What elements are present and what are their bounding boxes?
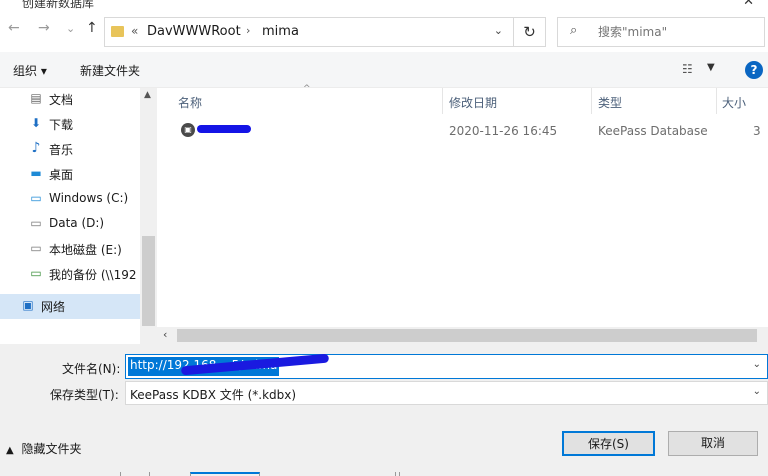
sidebar-item-downloads[interactable]: ⬇ 下载	[0, 112, 140, 137]
command-toolbar: 组织 ▾ 新建文件夹 ☷ ▼ ?	[0, 52, 768, 88]
hide-folders-label: 隐藏文件夹	[21, 442, 82, 456]
column-header-date[interactable]: 修改日期	[449, 94, 497, 111]
sidebar-item-local-disk-e[interactable]: ▭ 本地磁盘 (E:)	[0, 237, 140, 262]
filetype-value: KeePass KDBX 文件 (*.kdbx)	[130, 388, 297, 402]
breadcrumb-item-davwwwroot[interactable]: DavWWWRoot	[147, 24, 241, 39]
navigation-bar: ← → ⌄ ↑ « DavWWWRoot › mima ⌄ ↻ ⌕	[0, 12, 768, 52]
title-bar: 创建新数据库 ✕	[0, 0, 768, 12]
sidebar-item-label: 下载	[49, 118, 74, 132]
cancel-button[interactable]: 取消	[668, 431, 758, 456]
column-divider[interactable]	[442, 88, 443, 114]
column-header-type[interactable]: 类型	[598, 94, 622, 111]
network-drive-icon: ▭	[30, 266, 42, 280]
scroll-left-icon[interactable]: ‹	[163, 328, 167, 341]
window-title: 创建新数据库	[22, 0, 95, 10]
taskbar-item-active[interactable]	[190, 472, 260, 476]
filename-field[interactable]: http://192.168. . 5/mima ⌄	[125, 353, 768, 379]
chevron-up-icon: ▲	[6, 445, 14, 456]
refresh-button[interactable]: ↻	[514, 17, 546, 47]
filetype-select[interactable]: KeePass KDBX 文件 (*.kdbx) ⌄	[125, 381, 768, 405]
hide-folders-toggle[interactable]: ▲ 隐藏文件夹	[6, 440, 82, 457]
file-list: ^ 名称 修改日期 类型 大小 ▣ 2020-11-26 16:45 KeePa…	[157, 84, 768, 344]
search-icon: ⌕	[570, 23, 578, 38]
redacted-filename	[197, 125, 251, 133]
filetype-label: 保存类型(T):	[50, 388, 119, 402]
sidebar-item-label: Windows (C:)	[49, 191, 129, 205]
sidebar-scrollbar[interactable]: ▲	[140, 88, 157, 344]
sidebar-item-desktop[interactable]: ▬ 桌面	[0, 162, 140, 187]
sidebar-item-my-backup[interactable]: ▭ 我的备份 (\\192	[0, 262, 140, 287]
sidebar-item-label: 网络	[41, 300, 66, 314]
navigation-pane: ▤ 文档 ⬇ 下载 ♪ 音乐 ▬ 桌面 ▭ Windows (C:) ▭ Dat…	[0, 88, 157, 344]
scroll-up-icon[interactable]: ▲	[144, 90, 151, 100]
chevron-right-icon[interactable]: ›	[246, 24, 250, 37]
scrollbar-thumb[interactable]	[142, 236, 155, 326]
sidebar-item-label: Data (D:)	[49, 216, 105, 230]
column-header-size[interactable]: 大小	[722, 94, 746, 111]
download-icon: ⬇	[30, 116, 42, 130]
network-icon: ▣	[22, 298, 34, 312]
keepass-lock-icon: ▣	[181, 123, 195, 137]
sidebar-item-label: 我的备份 (\\192	[49, 268, 137, 282]
up-icon[interactable]: ↑	[86, 20, 98, 36]
forward-icon[interactable]: →	[38, 20, 50, 36]
taskbar-item[interactable]	[395, 472, 400, 476]
sidebar-item-label: 桌面	[49, 168, 74, 182]
back-icon[interactable]: ←	[8, 20, 20, 36]
save-button[interactable]: 保存(S)	[562, 431, 655, 456]
address-bar[interactable]: « DavWWWRoot › mima ⌄	[104, 17, 514, 47]
horizontal-scrollbar[interactable]: ‹	[157, 327, 768, 344]
refresh-icon: ↻	[523, 23, 536, 41]
chevron-down-icon[interactable]: ⌄	[753, 359, 761, 370]
sidebar-item-label: 音乐	[49, 143, 74, 157]
sidebar-item-network[interactable]: ▣ 网络	[0, 294, 140, 319]
sidebar-item-windows-c[interactable]: ▭ Windows (C:)	[0, 187, 140, 212]
column-divider[interactable]	[716, 88, 717, 114]
sidebar-item-documents[interactable]: ▤ 文档	[0, 87, 140, 112]
sidebar-item-label: 本地磁盘 (E:)	[49, 243, 122, 257]
close-icon[interactable]: ✕	[743, 0, 754, 9]
documents-icon: ▤	[30, 91, 42, 105]
taskbar-edge	[0, 470, 768, 476]
sidebar-item-music[interactable]: ♪ 音乐	[0, 137, 140, 162]
file-modified-date: 2020-11-26 16:45	[449, 124, 558, 138]
search-input[interactable]	[598, 23, 758, 41]
search-box[interactable]: ⌕	[557, 17, 765, 47]
breadcrumb-overflow-icon[interactable]: «	[131, 24, 138, 38]
taskbar-item[interactable]	[120, 472, 150, 476]
file-size: 3	[753, 124, 761, 138]
column-header-name[interactable]: 名称	[178, 94, 202, 111]
folder-icon	[111, 26, 124, 37]
recent-locations-icon[interactable]: ⌄	[66, 22, 75, 35]
filename-label: 文件名(N):	[62, 362, 121, 376]
new-folder-button[interactable]: 新建文件夹	[80, 62, 140, 79]
organize-button[interactable]: 组织 ▾	[13, 62, 47, 79]
sidebar-item-label: 文档	[49, 93, 74, 107]
chevron-down-icon[interactable]: ⌄	[753, 386, 761, 397]
scrollbar-thumb[interactable]	[177, 329, 757, 342]
save-form: 文件名(N): http://192.168. . 5/mima ⌄ 保存类型(…	[0, 344, 768, 476]
windows-drive-icon: ▭	[30, 191, 42, 205]
help-icon[interactable]: ?	[745, 61, 763, 79]
file-type: KeePass Database	[598, 124, 708, 138]
breadcrumb-item-mima[interactable]: mima	[262, 24, 299, 39]
drive-icon: ▭	[30, 216, 42, 230]
desktop-icon: ▬	[30, 166, 42, 180]
sidebar-item-data-d[interactable]: ▭ Data (D:)	[0, 212, 140, 237]
music-icon: ♪	[31, 140, 41, 156]
view-options-icon[interactable]: ☷	[682, 62, 693, 76]
view-dropdown-icon[interactable]: ▼	[707, 62, 715, 73]
column-divider[interactable]	[591, 88, 592, 114]
sort-ascending-icon: ^	[303, 84, 311, 94]
drive-icon: ▭	[30, 241, 42, 255]
chevron-down-icon[interactable]: ⌄	[494, 24, 503, 37]
